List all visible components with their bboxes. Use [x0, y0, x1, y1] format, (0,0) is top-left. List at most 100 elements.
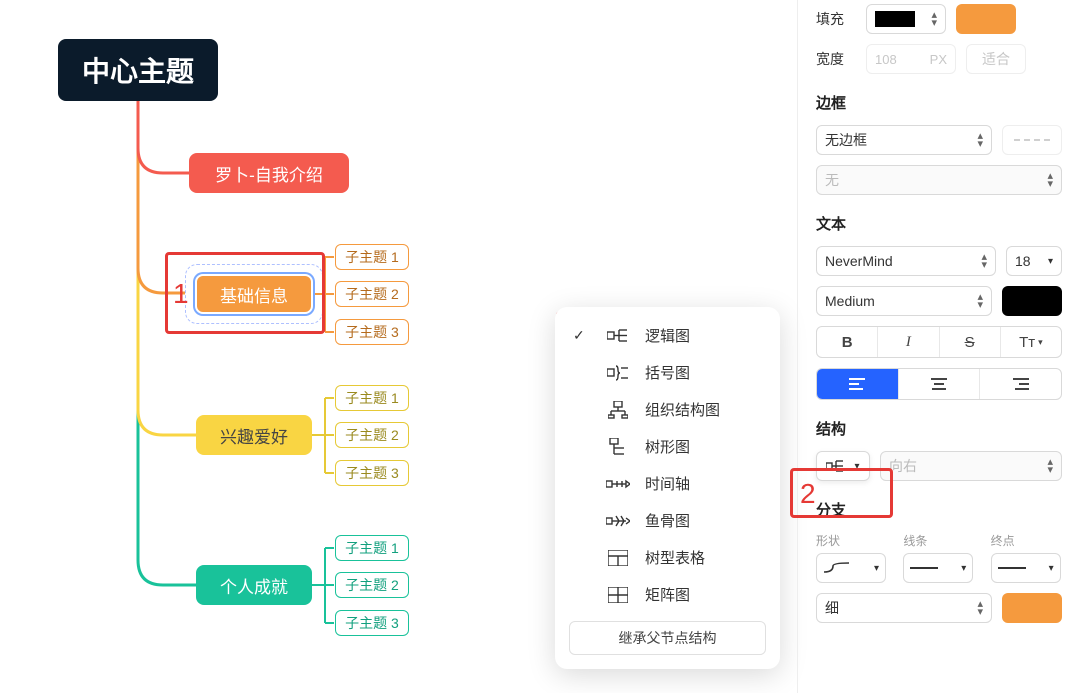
font-weight-select[interactable]: Medium ▴▾: [816, 286, 992, 316]
branch-end-select[interactable]: ▾: [991, 553, 1061, 583]
width-input[interactable]: 108 PX: [866, 44, 956, 74]
chevron-down-icon: ▾: [1048, 256, 1053, 267]
align-left-icon: [849, 378, 865, 390]
structure-option-org[interactable]: 组织结构图: [555, 391, 780, 428]
text-align-row: [816, 368, 1062, 400]
structure-option-label: 逻辑图: [645, 325, 690, 346]
check-icon: ✓: [573, 327, 585, 344]
stepper-caret-icon: ▴▾: [977, 132, 983, 148]
solid-line-icon: [910, 564, 938, 572]
border-line-preview[interactable]: [1002, 125, 1062, 155]
structure-option-brace[interactable]: 括号图: [555, 354, 780, 391]
structure-option-timeline[interactable]: 时间轴: [555, 465, 780, 502]
font-size-value: 18: [1015, 253, 1031, 269]
subtopic-node[interactable]: 子主题 2: [335, 281, 409, 307]
subtopic-node[interactable]: 子主题 2: [335, 422, 409, 448]
align-right-button[interactable]: [980, 369, 1061, 399]
annotation-number-1: 1: [173, 278, 189, 310]
brace-chart-icon: [605, 365, 631, 381]
dashed-line-icon: [1014, 139, 1050, 141]
stepper-caret-icon: ▴▾: [977, 600, 983, 616]
text-transform-button[interactable]: Tт ▾: [1001, 327, 1061, 357]
org-chart-icon: [605, 401, 631, 419]
structure-option-fishbone[interactable]: 鱼骨图: [555, 502, 780, 539]
branch-node-achieve[interactable]: 个人成就: [196, 565, 312, 605]
branch-color-swatch[interactable]: [1002, 593, 1062, 623]
font-weight-value: Medium: [825, 293, 875, 309]
fill-color-swatch[interactable]: [956, 4, 1016, 34]
stepper-caret-icon: ▴▾: [1047, 458, 1053, 474]
font-family-value: NeverMind: [825, 253, 893, 269]
border-style-select[interactable]: 无边框 ▴▾: [816, 125, 992, 155]
structure-popup: ✓ 逻辑图 括号图 组织结构图 树形图 时间轴 鱼骨图: [555, 307, 780, 669]
annotation-box-1: [165, 252, 325, 334]
subtopic-node[interactable]: 子主题 1: [335, 385, 409, 411]
branch-thickness-select[interactable]: 细 ▴▾: [816, 593, 992, 623]
inherit-parent-structure-button[interactable]: 继承父节点结构: [569, 621, 766, 655]
border-color-value: 无: [825, 170, 839, 190]
structure-option-treetable[interactable]: 树型表格: [555, 539, 780, 576]
font-size-select[interactable]: 18 ▾: [1006, 246, 1062, 276]
structure-option-logic[interactable]: ✓ 逻辑图: [555, 317, 780, 354]
structure-option-label: 组织结构图: [645, 399, 720, 420]
border-section-title: 边框: [816, 92, 1062, 113]
font-family-select[interactable]: NeverMind ▴▾: [816, 246, 996, 276]
text-case-icon: Tт: [1019, 334, 1035, 351]
stepper-caret-icon: ▴▾: [981, 253, 987, 269]
structure-option-tree[interactable]: 树形图: [555, 428, 780, 465]
structure-option-label: 树型表格: [645, 547, 705, 568]
center-topic-node[interactable]: 中心主题: [58, 39, 218, 101]
matrix-icon: [605, 587, 631, 603]
strike-button[interactable]: S: [940, 327, 1001, 357]
align-left-button[interactable]: [817, 369, 899, 399]
chevron-down-icon: ▾: [1038, 337, 1043, 348]
align-center-icon: [931, 378, 947, 390]
text-section-title: 文本: [816, 213, 1062, 234]
logic-chart-icon: [605, 328, 631, 344]
subtopic-node[interactable]: 子主题 1: [335, 535, 409, 561]
subtopic-node[interactable]: 子主题 3: [335, 460, 409, 486]
subtopic-node[interactable]: 子主题 3: [335, 610, 409, 636]
structure-option-label: 括号图: [645, 362, 690, 383]
branch-shape-select[interactable]: ▾: [816, 553, 886, 583]
width-label: 宽度: [816, 49, 856, 69]
align-right-icon: [1013, 378, 1029, 390]
branch-line-select[interactable]: ▾: [903, 553, 973, 583]
tree-chart-icon: [605, 438, 631, 456]
stepper-caret-icon: ▴▾: [1047, 172, 1053, 188]
text-color-swatch[interactable]: [1002, 286, 1062, 316]
fill-label: 填充: [816, 9, 856, 29]
text-format-row: B I S Tт ▾: [816, 326, 1062, 358]
border-color-select[interactable]: 无 ▴▾: [816, 165, 1062, 195]
branch-node-hobby[interactable]: 兴趣爱好: [196, 415, 312, 455]
line-end-icon: [998, 564, 1026, 572]
fit-button[interactable]: 适合: [966, 44, 1026, 74]
bold-button[interactable]: B: [817, 327, 878, 357]
branch-thickness-value: 细: [825, 598, 839, 618]
structure-direction-value: 向右: [889, 456, 917, 476]
timeline-icon: [605, 477, 631, 491]
italic-button[interactable]: I: [878, 327, 939, 357]
structure-section-title: 结构: [816, 418, 1062, 439]
branch-shape-label: 形状: [816, 532, 887, 549]
chevron-down-icon: ▾: [961, 563, 966, 574]
properties-sidebar: 填充 ▴▾ 宽度 108 PX 适合 边框 无边框 ▴▾ 无 ▴▾ 文本 Nev…: [797, 0, 1080, 693]
structure-option-label: 树形图: [645, 436, 690, 457]
structure-option-label: 时间轴: [645, 473, 690, 494]
fill-color-select[interactable]: ▴▾: [866, 4, 946, 34]
color-swatch-black: [875, 11, 915, 27]
structure-direction-select[interactable]: 向右 ▴▾: [880, 451, 1062, 481]
branch-node-intro[interactable]: 罗卜-自我介绍: [189, 153, 349, 193]
branch-line-label: 线条: [903, 532, 974, 549]
subtopic-node[interactable]: 子主题 1: [335, 244, 409, 270]
shape-curve-icon: [823, 562, 851, 574]
width-unit: PX: [930, 52, 947, 67]
align-center-button[interactable]: [899, 369, 981, 399]
structure-option-matrix[interactable]: 矩阵图: [555, 576, 780, 613]
subtopic-node[interactable]: 子主题 2: [335, 572, 409, 598]
subtopic-node[interactable]: 子主题 3: [335, 319, 409, 345]
width-value: 108: [875, 52, 897, 67]
stepper-caret-icon: ▴▾: [977, 293, 983, 309]
chevron-down-icon: ▾: [874, 563, 879, 574]
border-style-value: 无边框: [825, 130, 867, 150]
